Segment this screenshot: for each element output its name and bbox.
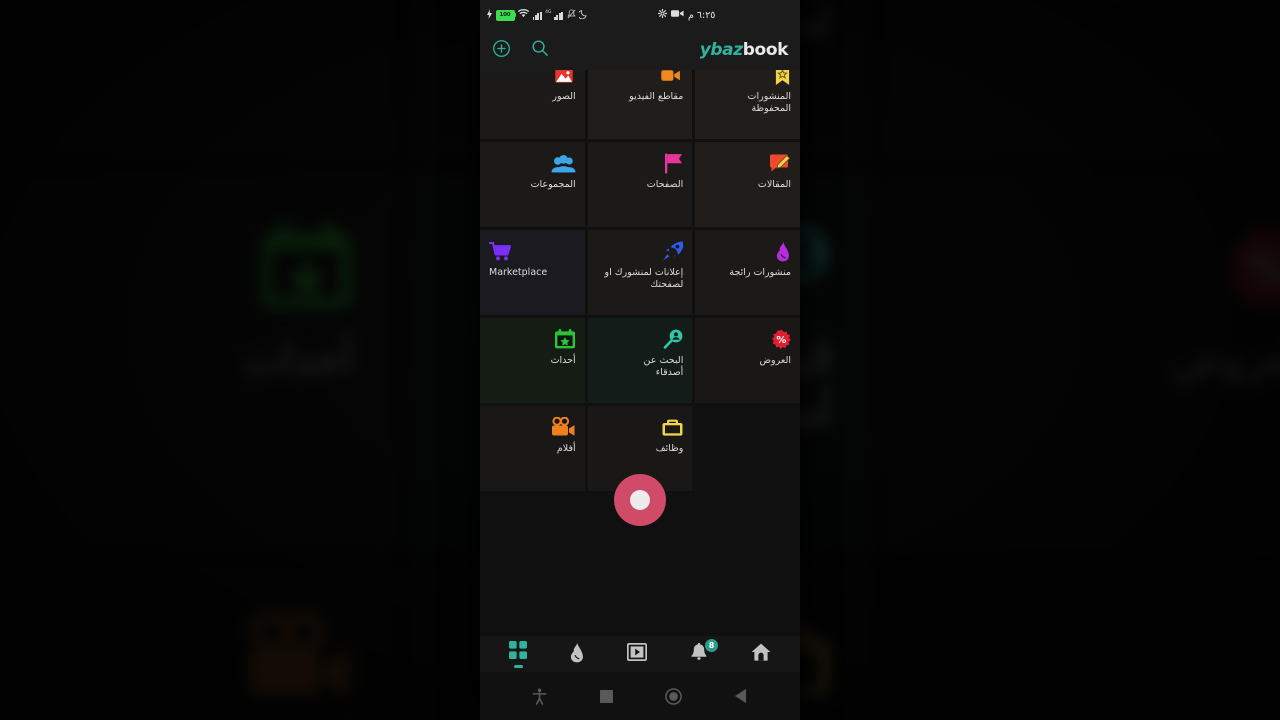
search-person-icon (663, 326, 683, 352)
menu-tile-offers[interactable]: % العروض (695, 318, 800, 403)
search-icon[interactable] (531, 39, 549, 61)
flame-icon (569, 642, 585, 667)
menu-tile-trending[interactable]: منشورات رائجة (886, 0, 1280, 160)
video-play-icon (626, 642, 648, 665)
menu-tile-pages[interactable]: الصفحات (587, 142, 693, 227)
status-bar: 100 4G ٦:٢٥ م (480, 0, 800, 30)
mute-icon (567, 8, 576, 22)
menu-tile-label: مقاطع الفيديو (629, 91, 684, 102)
active-tab-indicator (513, 664, 523, 668)
bottom-nav-home[interactable] (751, 643, 771, 665)
system-navigation-bar (480, 672, 800, 720)
menu-tile-label: الصفحات (646, 179, 684, 190)
battery-level: 100 (499, 12, 511, 18)
screen-record-dot[interactable] (614, 474, 666, 526)
flag-icon (665, 150, 683, 176)
grid-menu-icon (509, 640, 527, 663)
signal-4g-label: 4G (545, 9, 552, 15)
video-camera-icon (659, 70, 683, 88)
menu-tile-boost-ads[interactable]: إعلانات لمنشورك او لصفحتك (587, 230, 693, 315)
bottom-nav-menu[interactable] (509, 640, 527, 668)
article-pen-icon (769, 150, 791, 176)
menu-tile-events[interactable]: أحداث (480, 318, 585, 403)
film-camera-icon (551, 414, 576, 440)
signal-icon (532, 11, 542, 20)
bottom-nav-watch[interactable] (626, 642, 648, 665)
circle-home-icon[interactable] (640, 687, 707, 705)
menu-tile-label: أحداث (550, 355, 576, 366)
svg-text:%: % (1247, 242, 1280, 293)
people-group-icon (551, 150, 576, 176)
triangle-back-icon[interactable] (707, 689, 774, 703)
menu-tile-label: الصور (552, 91, 576, 102)
add-circle-icon[interactable] (492, 39, 511, 62)
app-bar: ybazbook (480, 30, 800, 70)
discount-icon: % (771, 326, 791, 352)
menu-tile-label: وظائف (655, 443, 684, 454)
menu-grid-scroll[interactable]: الصور مقاطع الفيديو المنشورات المحفوظة ا… (480, 70, 800, 672)
dnd-moon-icon (577, 9, 588, 22)
record-dot-inner (630, 490, 650, 510)
menu-tile-label: Marketplace (489, 267, 548, 278)
square-recents-icon[interactable] (573, 689, 640, 703)
svg-text:%: % (776, 335, 786, 346)
app-logo: ybazbook (699, 40, 789, 60)
menu-tile-label: أفلام (556, 443, 576, 454)
menu-tile-events[interactable]: أحداث (0, 173, 394, 552)
bookmark-star-icon (774, 70, 791, 88)
menu-tile-articles[interactable]: المقالات (695, 142, 800, 227)
bell-icon: 8 (689, 639, 718, 665)
discount-icon: % (1227, 209, 1280, 325)
film-camera-icon (242, 600, 353, 716)
flame-icon (775, 238, 791, 264)
menu-tile-label: المنشورات المحفوظة (747, 91, 791, 114)
menu-tile-label: العروض (1171, 337, 1280, 387)
notification-badge: 8 (705, 639, 718, 652)
menu-tile-label: إعلانات لمنشورك او لصفحتك (604, 267, 684, 290)
bottom-nav-notifications[interactable]: 8 (689, 639, 718, 665)
image-icon (552, 70, 576, 88)
menu-tile-label: البحث عن أصدقاء (643, 355, 684, 378)
shopping-cart-icon (489, 238, 512, 264)
calendar-star-icon (554, 326, 576, 352)
menu-tile-label: العروض (759, 355, 791, 366)
menu-tile-label: أحداث (242, 337, 354, 387)
menu-tile-marketplace[interactable]: Marketplace (480, 230, 585, 315)
calendar-star-icon (256, 209, 354, 325)
accessibility-icon[interactable] (506, 688, 573, 705)
menu-tile-videos[interactable]: مقاطع الفيديو (587, 70, 693, 139)
rocket-icon (662, 238, 684, 264)
menu-tile-saved-posts[interactable]: المنشورات المحفوظة (695, 70, 800, 139)
status-bar-time: ٦:٢٥ م (688, 9, 716, 21)
home-icon (751, 643, 771, 665)
logo-primary: ybaz (699, 40, 743, 60)
menu-tile-groups[interactable]: المجموعات (480, 142, 585, 227)
briefcase-icon (662, 414, 683, 440)
menu-tile-trending[interactable]: منشورات رائجة (695, 230, 800, 315)
menu-tile-movies[interactable]: أفلام (0, 564, 394, 720)
menu-tile-movies[interactable]: أفلام (480, 406, 585, 491)
signal-icon-2 (554, 11, 564, 20)
bottom-navigation: 8 (480, 636, 800, 672)
settings-gear-icon (657, 8, 668, 21)
menu-tile-label: منشورات رائجة (729, 267, 791, 278)
logo-secondary: book (742, 40, 789, 60)
menu-tile-offers[interactable]: % العروض (886, 173, 1280, 552)
menu-tile-find-friends[interactable]: البحث عن أصدقاء (587, 318, 693, 403)
phone-screen: 100 4G ٦:٢٥ م ybazbook الصور مقاطع الفيد… (480, 0, 800, 720)
wifi-icon (517, 9, 530, 21)
menu-tile-label: المقالات (757, 179, 791, 190)
menu-tile-photos[interactable]: الصور (480, 70, 585, 139)
menu-tile-label: المجموعات (530, 179, 576, 190)
screen-record-icon (671, 9, 684, 21)
charging-bolt-icon (487, 8, 492, 22)
menu-grid: الصور مقاطع الفيديو المنشورات المحفوظة ا… (480, 70, 800, 491)
menu-tile-marketplace[interactable]: Marketplace (0, 0, 394, 160)
bottom-nav-feed[interactable] (569, 642, 585, 667)
battery-icon: 100 (495, 9, 516, 21)
